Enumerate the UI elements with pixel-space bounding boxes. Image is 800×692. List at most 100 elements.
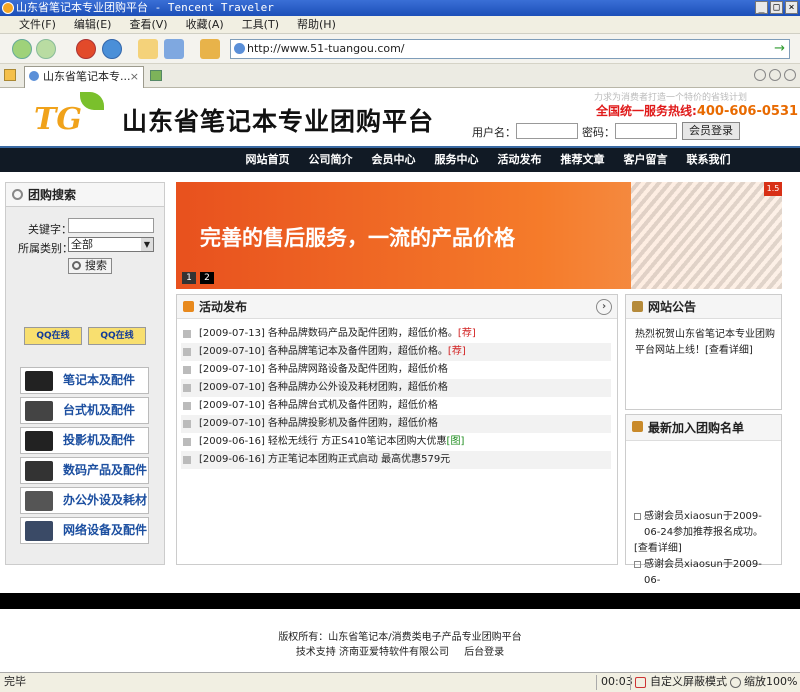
qq-online-button-2[interactable]: QQ在线 [88,327,146,345]
activity-item[interactable]: [2009-06-16] 轻松无线行 方正S410笔记本团购大优惠[图] [181,433,611,451]
keyword-input[interactable] [68,218,154,233]
home-icon[interactable] [138,39,158,59]
bullet-icon [183,348,191,356]
nav-service[interactable]: 服务中心 [425,148,488,172]
banner-badge: 1.5 [764,182,782,196]
category-label-desktop: 台式机及配件 [63,403,136,417]
activity-text[interactable]: 方正笔记本团购正式启动 最高优惠579元 [268,454,450,465]
promo-banner[interactable]: 完善的售后服务，一流的产品价格 1 2 1.5 [176,182,782,289]
globe-icon [234,43,245,54]
activity-text[interactable]: 各种品牌网路设备及配件团购，超低价格 [268,364,448,375]
activity-item[interactable]: [2009-07-13] 各种品牌数码产品及配件团购，超低价格。[荐] [181,325,611,343]
close-button[interactable]: × [785,1,798,14]
activity-item[interactable]: [2009-06-16] 方正笔记本团购正式启动 最高优惠579元 [181,451,611,469]
category-select[interactable]: 全部 ▼ [68,237,154,252]
activities-panel: 活动发布 › [2009-07-13] 各种品牌数码产品及配件团购，超低价格。[荐… [176,294,618,565]
category-notebook[interactable]: 笔记本及配件 [20,367,149,394]
bullet-icon [183,366,191,374]
hotline: 全国统一服务热线:400-606-0531 [596,102,798,119]
bullet-icon [634,513,641,520]
nav-messages[interactable]: 客户留言 [614,148,677,172]
refresh-icon[interactable] [102,39,122,59]
maximize-button[interactable]: □ [770,1,783,14]
nav-activities[interactable]: 活动发布 [488,148,551,172]
category-desktop[interactable]: 台式机及配件 [20,397,149,424]
new-tab-icon[interactable] [150,70,162,81]
activity-item[interactable]: [2009-07-10] 各种品牌台式机及备件团购，超低价格 [181,397,611,415]
zoom-label[interactable]: 缩放 [744,673,766,691]
category-projector[interactable]: 投影机及配件 [20,427,149,454]
admin-login-link[interactable]: 后台登录 [464,647,504,658]
footer-support-text: 技术支持 济南亚爱特软件有限公司 [295,647,449,658]
back-icon[interactable] [12,39,32,59]
activity-tag: [荐] [447,346,466,357]
zoom-value[interactable]: 100% [766,673,797,691]
nav-about[interactable]: 公司简介 [299,148,362,172]
tab-bar: 山东省笔记本专... × [0,64,800,88]
category-digital[interactable]: 数码产品及配件 [20,457,149,484]
site-header: TG 山东省笔记本专业团购平台 力求为消费者打造一个特价的省钱计划 全国统一服务… [0,88,800,146]
activity-text[interactable]: 各种品牌笔记本及备件团购，超低价格。 [268,346,448,357]
tab-current[interactable]: 山东省笔记本专... × [24,66,144,88]
clean-icon[interactable] [200,39,220,59]
search-title: 团购搜索 [28,188,77,202]
nav-members[interactable]: 会员中心 [362,148,425,172]
menu-file[interactable]: 文件(F) [10,16,65,33]
notice-icon [632,301,643,312]
minimize-button[interactable]: _ [755,1,768,14]
rss-icon [183,301,194,312]
menu-view[interactable]: 查看(V) [120,16,176,33]
nav-home[interactable]: 网站首页 [236,148,299,172]
favorites-tab-icon[interactable] [4,69,16,81]
page-icon [29,71,39,81]
activity-tag: [荐] [457,328,476,339]
login-button[interactable]: 会员登录 [682,122,740,140]
activity-item[interactable]: [2009-07-10] 各种品牌办公外设及耗材团购，超低价格 [181,379,611,397]
newest-detail-link[interactable]: [查看详细] [634,541,778,557]
activity-date: [2009-06-16] [199,436,265,447]
more-arrow-icon[interactable]: › [596,299,612,315]
banner-page-1[interactable]: 1 [182,272,196,284]
activity-item[interactable]: [2009-07-10] 各种品牌网路设备及配件团购，超低价格 [181,361,611,379]
hotline-number: 400-606-0531 [696,104,799,119]
activity-item[interactable]: [2009-07-10] 各种品牌投影机及备件团购，超低价格 [181,415,611,433]
activity-text[interactable]: 各种品牌台式机及备件团购，超低价格 [268,400,438,411]
password-input[interactable] [615,123,677,139]
forward-icon[interactable] [36,39,56,59]
stop-icon[interactable] [76,39,96,59]
activity-text[interactable]: 各种品牌数码产品及配件团购，超低价格。 [268,328,458,339]
category-network[interactable]: 网络设备及配件 [20,517,149,544]
nav-articles[interactable]: 推荐文章 [551,148,614,172]
site-logo[interactable]: TG [34,102,82,137]
category-label-office: 办公外设及耗材 [63,493,148,507]
tab-close-all-icon[interactable] [784,69,796,81]
banner-text: 完善的售后服务，一流的产品价格 [200,226,515,250]
newest-title: 最新加入团购名单 [648,421,745,435]
bullet-icon [183,420,191,428]
username-input[interactable] [516,123,578,139]
menu-tools[interactable]: 工具(T) [233,16,288,33]
search-button[interactable]: 搜索 [68,258,112,274]
address-bar[interactable]: http://www.51-tuangou.com/ → [230,39,790,59]
activity-item[interactable]: [2009-07-10] 各种品牌笔记本及备件团购，超低价格。[荐] [181,343,611,361]
tab-next-icon[interactable] [769,69,781,81]
menu-edit[interactable]: 编辑(E) [65,16,121,33]
notice-header: 网站公告 [626,295,781,319]
activity-text[interactable]: 各种品牌投影机及备件团购，超低价格 [268,418,438,429]
activity-text[interactable]: 各种品牌办公外设及耗材团购，超低价格 [268,382,448,393]
notice-text[interactable]: 热烈祝贺山东省笔记本专业团购平台网站上线！[查看详细] [635,327,775,359]
tab-prev-icon[interactable] [754,69,766,81]
menu-help[interactable]: 帮助(H) [288,16,345,33]
status-divider [596,675,597,690]
tab-label: 山东省笔记本专... [43,70,131,83]
qq-online-button-1[interactable]: QQ在线 [24,327,82,345]
category-office[interactable]: 办公外设及耗材 [20,487,149,514]
go-icon[interactable]: → [774,40,785,58]
favorites-icon[interactable] [164,39,184,59]
block-mode[interactable]: 自定义屏蔽模式 [650,673,727,691]
tab-close-icon[interactable]: × [130,67,139,87]
menu-favorites[interactable]: 收藏(A) [177,16,233,33]
banner-page-2[interactable]: 2 [200,272,214,284]
activity-text[interactable]: 轻松无线行 方正S410笔记本团购大优惠 [268,436,447,447]
nav-contact[interactable]: 联系我们 [677,148,740,172]
